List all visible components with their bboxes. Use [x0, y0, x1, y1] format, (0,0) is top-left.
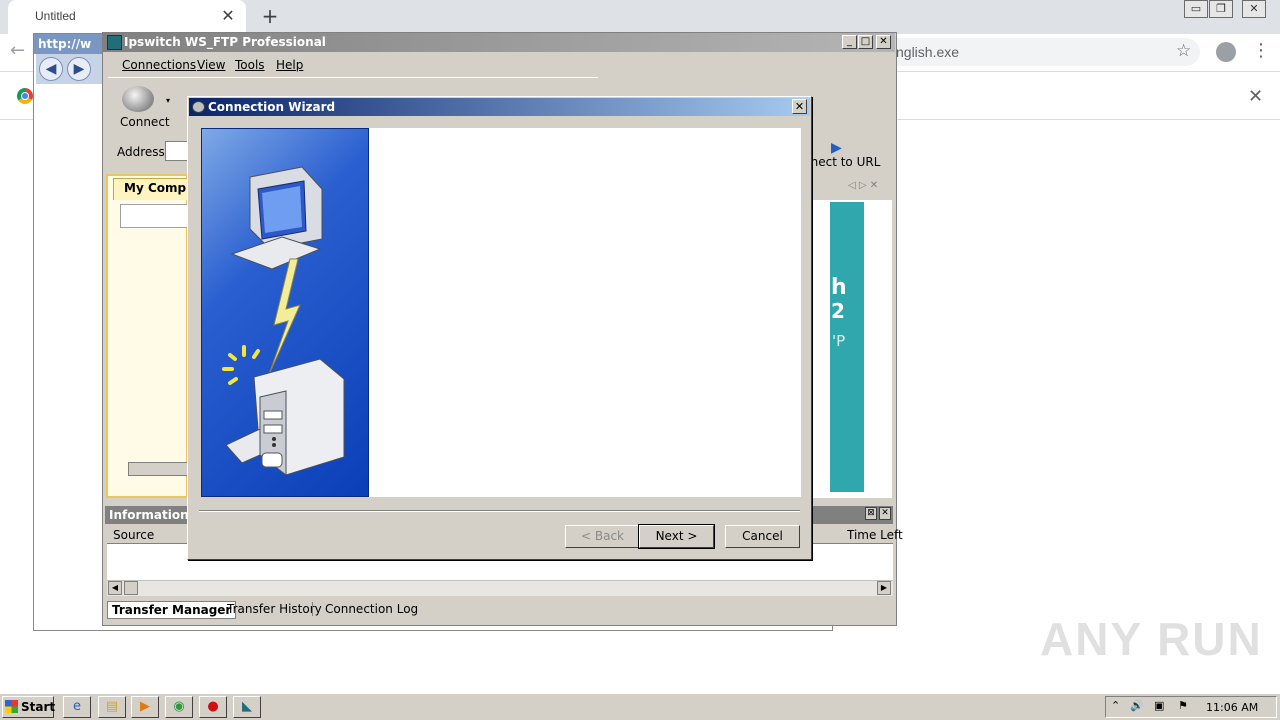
info-undock-icon[interactable]: ⊠ — [865, 507, 877, 520]
connect-url-button[interactable]: nnect to URL — [803, 155, 880, 169]
cancel-button[interactable]: Cancel — [725, 525, 800, 548]
menu-tools[interactable]: Tools — [235, 58, 265, 72]
browser-menu-icon[interactable]: ⋮ — [1252, 40, 1270, 61]
anyrun-watermark: ANY RUN — [1040, 613, 1263, 665]
tab-transfer-history[interactable]: Transfer History — [223, 601, 326, 617]
omnibox-url-text: nglish.exe — [896, 44, 960, 60]
ie-url-text: http://w — [38, 37, 92, 51]
connect-url-icon[interactable]: ▶ — [831, 140, 842, 156]
wizard-close-button[interactable]: ✕ — [792, 99, 807, 114]
menu-help[interactable]: Help — [276, 58, 303, 72]
chrome-logo-icon — [17, 88, 33, 104]
connect-button-label[interactable]: Connect — [120, 115, 170, 129]
wsftp-close-button[interactable]: ✕ — [876, 35, 891, 49]
info-close-icon[interactable]: ✕ — [879, 507, 891, 520]
address-label: Address — [117, 145, 165, 159]
wsftp-app-icon — [107, 35, 122, 50]
tab-close-icon[interactable]: ✕ — [218, 6, 238, 26]
column-source[interactable]: Source — [113, 528, 154, 542]
browser-tab-title: Untitled — [35, 9, 76, 23]
tab-transfer-manager[interactable]: Transfer Manager — [107, 601, 237, 619]
wsftp-minimize-button[interactable]: _ — [842, 35, 857, 49]
ie-back-icon[interactable]: ◀ — [39, 57, 63, 81]
action-center-flag-icon[interactable]: ⚑ — [1178, 699, 1188, 712]
windows-flag-icon — [5, 700, 18, 713]
wsftp-taskbar-icon[interactable]: ◣ — [233, 696, 261, 718]
opera-taskbar-icon[interactable]: ● — [199, 696, 227, 718]
connect-dropdown-icon[interactable]: ▾ — [166, 96, 170, 105]
explorer-taskbar-icon[interactable]: ▤ — [98, 696, 126, 718]
network-icon[interactable]: ▣ — [1154, 699, 1164, 712]
scroll-left-icon[interactable]: ◀ — [108, 581, 122, 595]
wizard-content-area — [369, 128, 801, 497]
back-arrow-icon[interactable]: ← — [10, 40, 25, 61]
back-button[interactable]: < Back — [565, 525, 640, 548]
profile-avatar-icon[interactable] — [1216, 42, 1236, 62]
volume-icon[interactable]: 🔊 — [1130, 699, 1144, 712]
banner-text-2: 2 — [831, 299, 845, 323]
wizard-app-icon — [192, 101, 205, 113]
wsftp-title: Ipswitch WS_FTP Professional — [124, 35, 326, 49]
scroll-thumb[interactable] — [124, 581, 138, 595]
column-time-left[interactable]: Time Left — [847, 528, 903, 542]
tab-separator — [312, 602, 313, 616]
bookmark-star-icon[interactable]: ☆ — [1176, 41, 1191, 61]
restore-icon[interactable]: ❐ — [1209, 0, 1233, 18]
ie-taskbar-icon[interactable]: e — [63, 696, 91, 718]
banner-text-3: 'P — [832, 332, 846, 350]
scroll-right-icon[interactable]: ▶ — [877, 581, 891, 595]
menu-connections[interactable]: Connections — [122, 58, 196, 72]
connect-icon[interactable] — [122, 86, 154, 112]
media-player-taskbar-icon[interactable]: ▶ — [131, 696, 159, 718]
tab-connection-log[interactable]: Connection Log — [321, 601, 422, 617]
remote-nav-icons[interactable]: ◁ ▷ ✕ — [848, 180, 878, 191]
local-scrollbar[interactable] — [128, 462, 188, 476]
next-button[interactable]: Next > — [639, 525, 714, 548]
chrome-taskbar-icon[interactable]: ◉ — [165, 696, 193, 718]
wizard-title: Connection Wizard — [208, 100, 336, 114]
computer-server-illustration-icon — [222, 166, 345, 477]
transfer-hscrollbar[interactable] — [107, 580, 893, 596]
menu-view[interactable]: View — [197, 58, 225, 72]
taskbar-clock: 11:06 AM — [1206, 701, 1259, 714]
minimize-icon[interactable]: ▭ — [1184, 0, 1208, 18]
infobar-close-icon[interactable]: ✕ — [1248, 86, 1263, 107]
tray-chevron-icon[interactable]: ⌃ — [1111, 699, 1120, 712]
new-tab-icon[interactable]: + — [258, 3, 282, 29]
ie-forward-icon[interactable]: ▶ — [67, 57, 91, 81]
local-path-field[interactable] — [120, 204, 188, 228]
wizard-illustration — [201, 128, 369, 497]
wsftp-maximize-button[interactable]: □ — [858, 35, 873, 49]
close-icon[interactable]: ✕ — [1242, 0, 1266, 18]
wizard-divider — [199, 510, 800, 512]
address-input[interactable] — [165, 141, 189, 161]
banner-text-1: h — [831, 275, 847, 300]
